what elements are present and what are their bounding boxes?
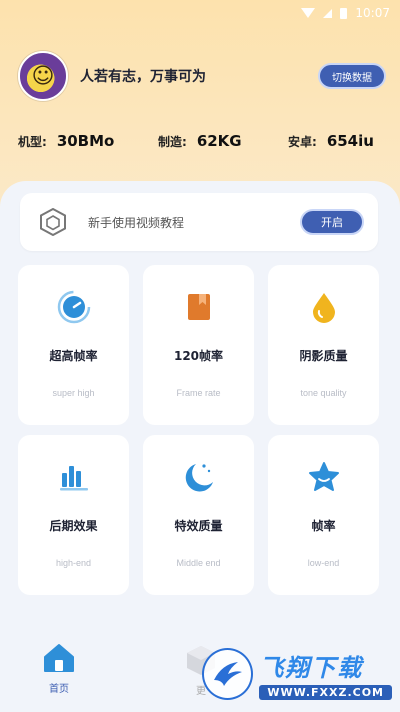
card-effects-quality[interactable]: 特效质量 Middle end	[143, 435, 254, 595]
spec-build: 制造: 62KG	[158, 132, 288, 150]
card-subtitle: super high	[52, 388, 95, 398]
card-title: 阴影质量	[299, 349, 348, 363]
card-subtitle: tone quality	[300, 388, 347, 398]
hexagon-icon	[38, 207, 68, 237]
nav-home[interactable]: 首页	[38, 642, 80, 695]
watermark-text: 飞翔下载 WWW.FXXZ.COM	[259, 648, 392, 700]
card-subtitle: low-end	[307, 558, 340, 568]
card-title: 120帧率	[173, 349, 224, 363]
home-icon	[44, 644, 74, 672]
signal-icon	[323, 8, 333, 18]
spec-label: 安卓:	[288, 134, 317, 149]
spec-android: 安卓: 654iu	[288, 132, 374, 150]
switch-data-button[interactable]: 切换数据	[318, 63, 386, 89]
moon-icon	[181, 459, 217, 495]
card-post-effects[interactable]: 后期效果 high-end	[18, 435, 129, 595]
card-subtitle: Middle end	[176, 558, 221, 568]
open-tutorial-button[interactable]: 开启	[300, 209, 364, 235]
device-specs: 机型: 30BMo 制造: 62KG 安卓: 654iu	[18, 128, 386, 154]
bar-chart-icon	[56, 459, 92, 495]
watermark-title: 飞翔下载	[259, 654, 364, 682]
spec-model: 机型: 30BMo	[18, 132, 158, 150]
spec-value: 30BMo	[56, 132, 115, 150]
card-subtitle: Frame rate	[176, 388, 221, 398]
watermark-logo-icon	[202, 648, 254, 700]
profile-motto: 人若有志，万事可为	[80, 69, 206, 85]
wifi-icon	[301, 8, 316, 18]
spec-value: 62KG	[196, 132, 242, 150]
card-super-high-fps[interactable]: 超高帧率 super high	[18, 265, 129, 425]
card-title: 超高帧率	[49, 349, 98, 363]
tutorial-banner: 新手使用视频教程 开启	[20, 193, 378, 251]
status-bar: 10:07	[0, 0, 400, 26]
card-120-fps[interactable]: 120帧率 Frame rate	[143, 265, 254, 425]
status-time: 10:07	[355, 6, 390, 20]
tutorial-label: 新手使用视频教程	[88, 215, 185, 230]
card-subtitle: high-end	[55, 558, 92, 568]
spec-label: 制造:	[158, 134, 187, 149]
spec-label: 机型:	[18, 134, 47, 149]
avatar[interactable]: ☺	[18, 51, 68, 101]
card-shadow-quality[interactable]: 阴影质量 tone quality	[268, 265, 379, 425]
battery-icon	[340, 7, 348, 19]
book-icon	[181, 289, 217, 325]
nav-home-label: 首页	[49, 684, 69, 695]
profile-header: ☺ 人若有志，万事可为 切换数据	[18, 50, 386, 102]
speedometer-icon	[56, 289, 92, 325]
card-title: 特效质量	[174, 519, 223, 533]
watermark-url: WWW.FXXZ.COM	[259, 685, 392, 700]
droplet-icon	[306, 289, 342, 325]
card-title: 帧率	[311, 519, 336, 533]
card-title: 后期效果	[49, 519, 98, 533]
spec-value: 654iu	[326, 132, 374, 150]
card-frame-rate[interactable]: 帧率 low-end	[268, 435, 379, 595]
watermark: 飞翔下载 WWW.FXXZ.COM	[202, 646, 392, 702]
star-icon	[306, 459, 342, 495]
